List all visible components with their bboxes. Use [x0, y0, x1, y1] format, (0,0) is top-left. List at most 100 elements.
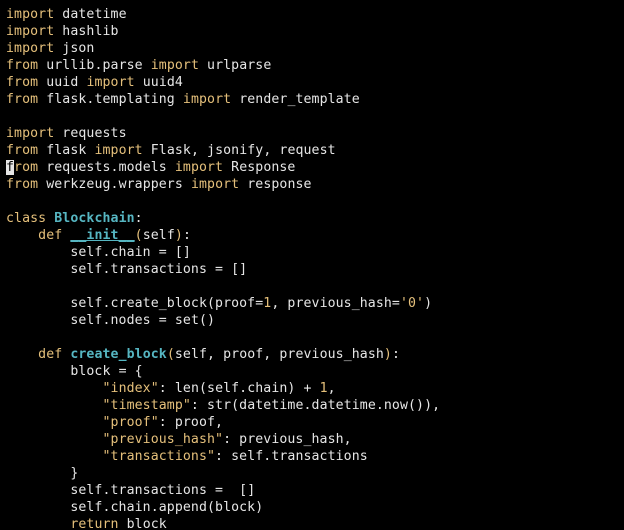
token-pun: : proof, [159, 415, 223, 430]
token-pun [183, 177, 191, 192]
token-pun [6, 449, 102, 464]
token-kw: import [191, 177, 239, 192]
token-pun: block [119, 517, 167, 530]
token-kw: from [6, 92, 38, 107]
token-str: "index" [102, 381, 158, 396]
code-line: from flask import Flask, jsonify, reques… [6, 143, 336, 158]
code-line: "previous_hash": previous_hash, [6, 432, 352, 447]
token-kw: class [6, 211, 46, 226]
token-pun [135, 75, 143, 90]
code-line: return block [6, 517, 167, 530]
token-mod: render_template [239, 92, 360, 107]
token-pun: = [159, 245, 167, 260]
token-kw: import [151, 58, 199, 73]
code-line: "timestamp": str(datetime.datetime.now()… [6, 398, 440, 413]
token-mod: datetime [62, 7, 126, 22]
token-mod: urlparse [207, 58, 271, 73]
token-kw: from [6, 75, 38, 90]
code-line: } [6, 466, 78, 481]
token-mod: Flask, jsonify, request [151, 143, 336, 158]
code-line: block = { [6, 364, 143, 379]
token-pun: () [199, 313, 215, 328]
token-dund: __init__ [70, 228, 134, 243]
token-mod: len [175, 381, 199, 396]
token-pun: self.nodes [6, 313, 159, 328]
code-line: "index": len(self.chain) + 1, [6, 381, 336, 396]
token-pun: } [6, 466, 78, 481]
token-cursor: f [6, 160, 14, 175]
token-mod: requests.models [46, 160, 167, 175]
token-pun: : [135, 211, 143, 226]
token-pun: (datetime.datetime.now()), [231, 398, 440, 413]
token-mod: flask.templating [46, 92, 175, 107]
token-par: ) [175, 228, 183, 243]
token-pun: : previous_hash, [223, 432, 352, 447]
token-kw: import [6, 24, 54, 39]
token-pun: : [392, 347, 400, 362]
code-line: import datetime [6, 7, 127, 22]
token-mod: werkzeug.wrappers [46, 177, 183, 192]
token-kw: def [38, 347, 62, 362]
token-mod: Response [231, 160, 295, 175]
code-line: from urllib.parse import urlparse [6, 58, 271, 73]
code-line: "transactions": self.transactions [6, 449, 368, 464]
token-pun [175, 92, 183, 107]
code-editor[interactable]: import datetime import hashlib import js… [0, 0, 624, 530]
token-str: "proof" [102, 415, 158, 430]
code-line: from uuid import uuid4 [6, 75, 183, 90]
token-defn: Blockchain [54, 211, 134, 226]
token-kw: from [6, 58, 38, 73]
token-str: "previous_hash" [102, 432, 223, 447]
token-pun [6, 228, 38, 243]
token-kw: import [6, 7, 54, 22]
token-kw: rom [14, 160, 38, 175]
code-line: import hashlib [6, 24, 119, 39]
token-pun: , [328, 381, 336, 396]
token-pun [38, 75, 46, 90]
code-line: self.create_block(proof=1, previous_hash… [6, 296, 432, 311]
token-pun: block [6, 364, 119, 379]
token-pun [6, 381, 102, 396]
code-line: from werkzeug.wrappers import response [6, 177, 312, 192]
token-str: "timestamp" [102, 398, 190, 413]
token-pun [143, 58, 151, 73]
token-pun: ) [424, 296, 432, 311]
token-mod: str [207, 398, 231, 413]
token-pun [38, 143, 46, 158]
token-pun: { [127, 364, 143, 379]
code-line: self.chain = [] [6, 245, 191, 260]
token-pun [312, 381, 320, 396]
token-kw: from [6, 143, 38, 158]
code-line: self.nodes = set() [6, 313, 215, 328]
token-pun [167, 160, 175, 175]
token-pun [223, 160, 231, 175]
token-func: create_block [70, 347, 166, 362]
token-mod: uuid4 [143, 75, 183, 90]
token-mod: self [143, 228, 175, 243]
token-pun: : [159, 381, 175, 396]
token-pun: (self.chain) [199, 381, 304, 396]
token-mod: flask [46, 143, 86, 158]
token-kw: import [86, 75, 134, 90]
token-kw: import [94, 143, 142, 158]
code-line: class Blockchain: [6, 211, 143, 226]
code-line: self.transactions = [] [6, 483, 255, 498]
token-str: '0' [400, 296, 424, 311]
token-pun [143, 143, 151, 158]
token-pun [6, 432, 102, 447]
token-pun: = [159, 313, 167, 328]
token-mod: uuid [46, 75, 78, 90]
token-pun: [] [223, 483, 255, 498]
token-num: 1 [320, 381, 328, 396]
token-pun: + [304, 381, 312, 396]
token-kw: import [175, 160, 223, 175]
token-str: "transactions" [102, 449, 215, 464]
token-pun [38, 177, 46, 192]
token-mod: hashlib [62, 24, 118, 39]
code-line: self.chain.append(block) [6, 500, 263, 515]
token-pun [231, 92, 239, 107]
code-line: import requests [6, 126, 127, 141]
token-pun: = [215, 262, 223, 277]
token-kw: return [70, 517, 118, 530]
token-pun: self.transactions [6, 262, 215, 277]
